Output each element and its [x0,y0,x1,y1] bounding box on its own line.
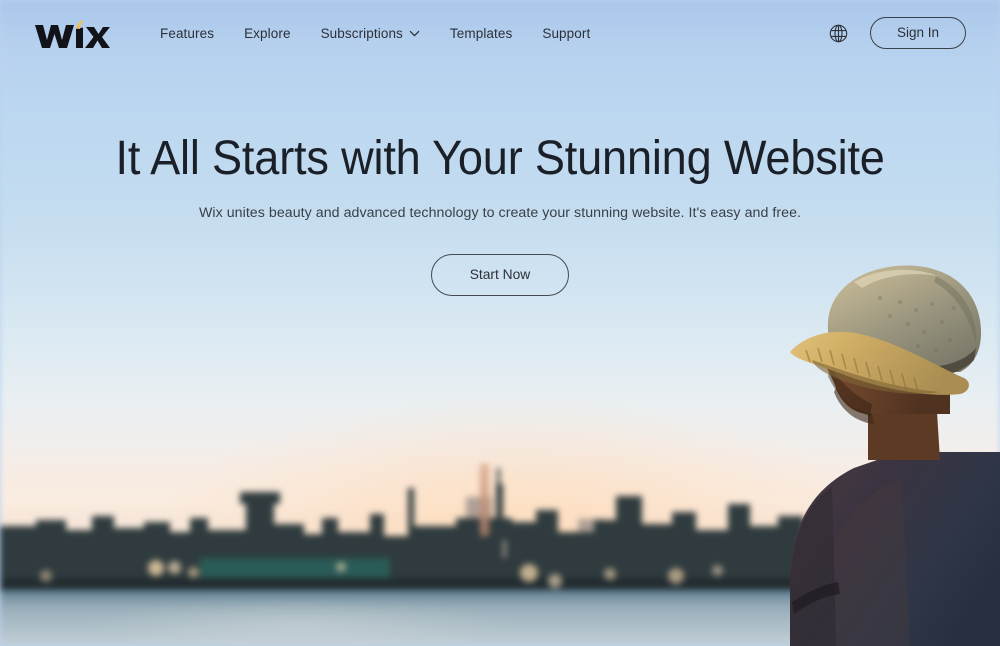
bokeh-light [188,567,199,578]
hero-subheadline: Wix unites beauty and advanced technolog… [198,204,802,221]
globe-icon[interactable] [829,24,848,43]
main-navigation: Features Explore Subscriptions Templates… [160,26,590,41]
wix-logo[interactable] [34,16,110,50]
nav-label: Explore [244,25,291,41]
sign-in-button[interactable]: Sign In [869,17,966,49]
empire-state-sunlit-face [480,464,489,536]
bokeh-light [148,560,164,576]
start-now-button[interactable]: Start Now [430,253,570,296]
header-actions: Sign In [829,17,966,49]
chevron-down-icon [409,30,420,37]
bokeh-light [336,562,346,572]
nav-label: Subscriptions [320,25,403,41]
nav-item-support[interactable]: Support [542,26,590,41]
nav-item-explore[interactable]: Explore [244,26,290,41]
bokeh-light [520,564,538,582]
bokeh-light [168,561,181,574]
nav-label: Features [160,25,215,41]
bokeh-light [668,568,684,584]
nav-label: Support [542,25,591,41]
bokeh-light [548,574,562,588]
hero-headline: It All Starts with Your Stunning Website [115,132,885,185]
nav-item-templates[interactable]: Templates [450,26,512,41]
bokeh-light [40,570,52,582]
nav-item-features[interactable]: Features [160,26,214,41]
bokeh-light [604,568,616,580]
site-header: Features Explore Subscriptions Templates… [0,0,1000,66]
bokeh-light [712,565,723,576]
nav-label: Templates [449,25,513,41]
nav-item-subscriptions[interactable]: Subscriptions [321,26,420,41]
person-with-hat [750,246,1000,646]
